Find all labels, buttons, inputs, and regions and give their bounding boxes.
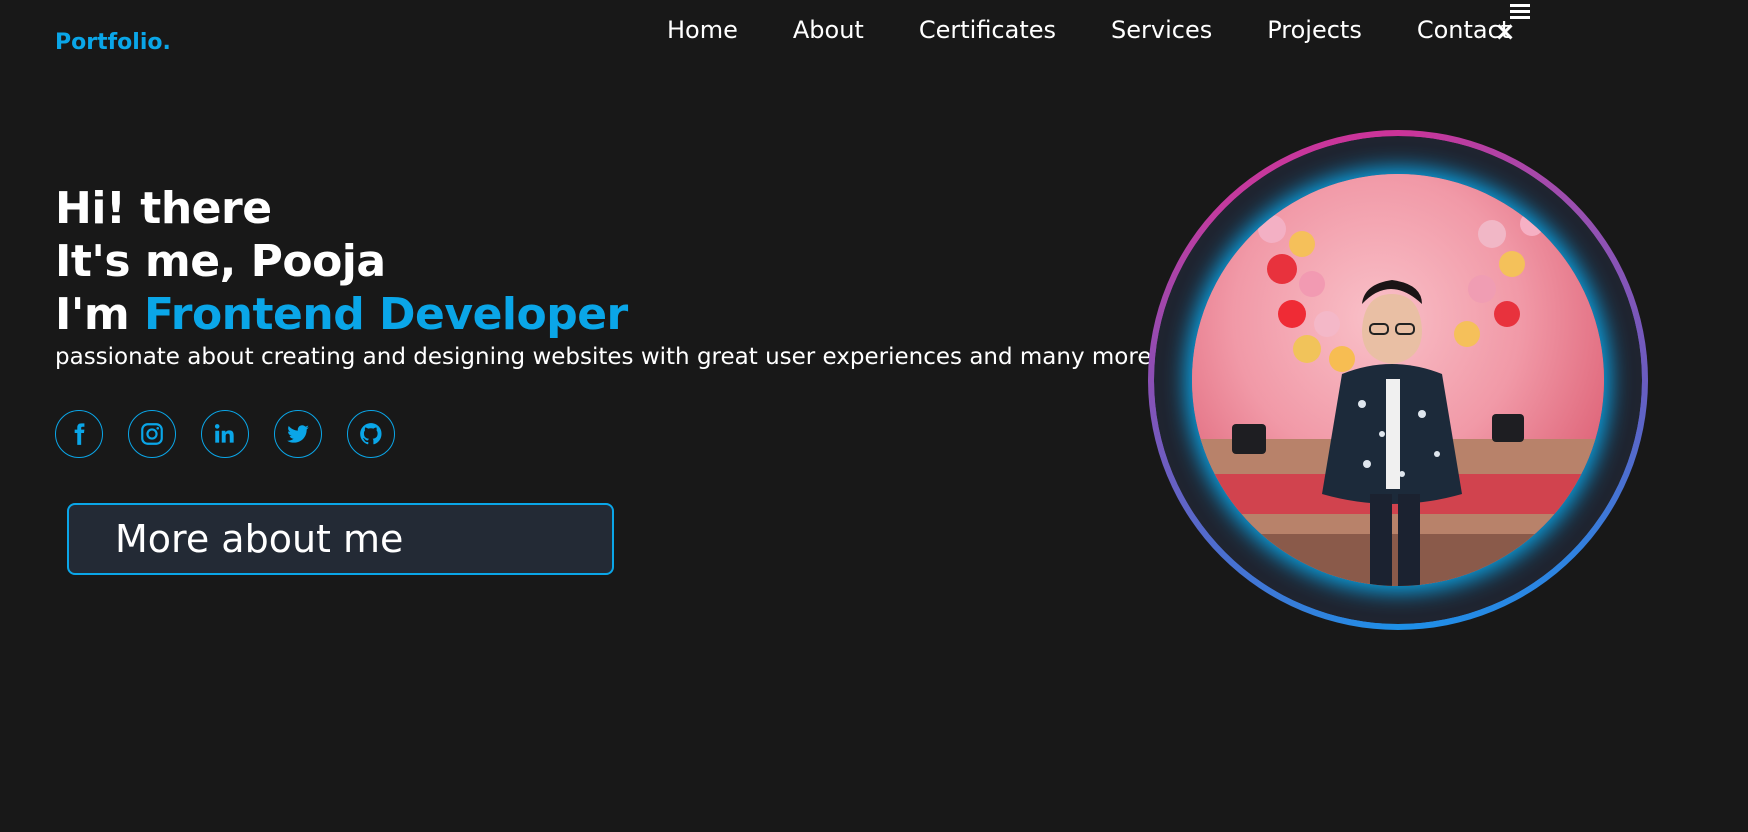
hero-role: Frontend Developer xyxy=(144,289,628,340)
linkedin-icon xyxy=(214,424,234,443)
github-link[interactable] xyxy=(347,410,395,458)
instagram-link[interactable] xyxy=(128,410,176,458)
hero-line-3-prefix: I'm xyxy=(55,289,145,340)
more-about-me-button[interactable]: More about me xyxy=(67,503,614,575)
logo[interactable]: Portfolio. xyxy=(55,30,171,55)
nav-home[interactable]: Home xyxy=(667,16,738,44)
hero-heading: Hi! there It's me, Pooja I'm Frontend De… xyxy=(55,182,628,341)
hero-tagline: passionate about creating and designing … xyxy=(55,344,1174,370)
facebook-icon xyxy=(74,423,85,445)
github-icon xyxy=(360,423,382,445)
twitter-icon xyxy=(287,425,309,443)
nav-services[interactable]: Services xyxy=(1111,16,1212,44)
facebook-link[interactable] xyxy=(55,410,103,458)
close-icon[interactable]: × xyxy=(1494,17,1516,47)
twitter-link[interactable] xyxy=(274,410,322,458)
nav-projects[interactable]: Projects xyxy=(1267,16,1362,44)
profile-photo xyxy=(1192,174,1604,586)
nav-certificates[interactable]: Certificates xyxy=(919,16,1056,44)
social-links xyxy=(55,410,420,458)
linkedin-link[interactable] xyxy=(201,410,249,458)
hero-line-1: Hi! there xyxy=(55,183,272,234)
portfolio-page: Portfolio. Home About Certificates Servi… xyxy=(0,0,1748,832)
hero-line-2: It's me, Pooja xyxy=(55,236,386,287)
profile-photo-frame xyxy=(1148,130,1648,630)
main-nav: Home About Certificates Services Project… xyxy=(667,16,1510,44)
profile-photo-image xyxy=(1192,174,1604,586)
nav-about[interactable]: About xyxy=(793,16,864,44)
hero-line-3: I'm Frontend Developer xyxy=(55,288,628,341)
instagram-icon xyxy=(141,423,163,445)
